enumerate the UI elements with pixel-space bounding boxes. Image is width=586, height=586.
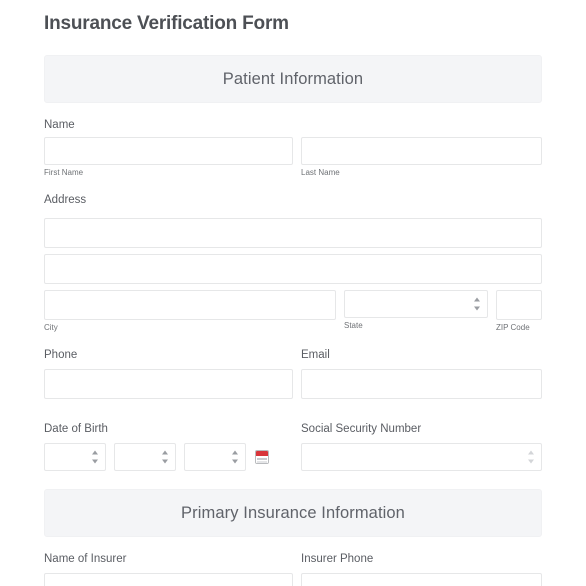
city-input[interactable] [44, 290, 336, 320]
insurer-phone-label: Insurer Phone [301, 553, 374, 565]
phone-input-wrap [44, 367, 293, 399]
dob-day-select[interactable] [114, 443, 176, 471]
zip-code-sublabel: ZIP Code [496, 323, 530, 332]
zip-code-input[interactable] [496, 290, 542, 320]
dob-year-select[interactable] [184, 443, 246, 471]
insurer-name-group: Name of Insurer [44, 551, 293, 586]
state-sublabel: State [344, 321, 363, 330]
social-security-number-label: Social Security Number [301, 423, 422, 435]
social-security-number-input[interactable] [301, 443, 542, 471]
insurer-name-input-wrap [44, 571, 293, 586]
date-of-birth-inputs [44, 441, 301, 471]
insurer-name-label: Name of Insurer [44, 553, 127, 565]
date-of-birth-group: Date of Birth [44, 421, 301, 471]
address-street1-row [44, 212, 542, 248]
chevron-up-down-icon [231, 450, 238, 464]
phone-group: Phone [44, 347, 293, 399]
name-inputs-row: First Name Last Name [44, 137, 542, 178]
insurer-phone-input[interactable] [301, 573, 542, 586]
last-name-group: Last Name [301, 137, 542, 178]
name-label: Name [44, 119, 75, 131]
insurer-phone-group: Insurer Phone [301, 551, 542, 586]
calendar-icon[interactable] [255, 450, 269, 464]
section-header-primary-insurance-information-label: Primary Insurance Information [181, 503, 405, 522]
page-title: Insurance Verification Form [44, 13, 289, 34]
address-city-state-zip-row: City State ZIP Code [44, 284, 542, 333]
insurance-verification-form-page: Insurance Verification Form Patient Info… [0, 0, 586, 586]
email-input[interactable] [301, 369, 542, 399]
insurer-phone-input-wrap [301, 571, 542, 586]
dob-ssn-row: Date of Birth Social Security Number [44, 399, 542, 471]
insurer-row: Name of Insurer Insurer Phone [44, 537, 542, 586]
chevron-up-down-icon [91, 450, 98, 464]
email-group: Email [301, 347, 542, 399]
chevron-up-down-icon [161, 450, 168, 464]
chevron-up-down-icon [473, 297, 480, 311]
state-group: State [344, 290, 488, 333]
social-security-number-input-wrap [301, 441, 542, 471]
date-of-birth-label: Date of Birth [44, 423, 108, 435]
first-name-input[interactable] [44, 137, 293, 165]
city-group: City [44, 290, 336, 333]
last-name-input[interactable] [301, 137, 542, 165]
phone-label: Phone [44, 349, 78, 361]
first-name-group: First Name [44, 137, 293, 178]
last-name-sublabel: Last Name [301, 168, 340, 177]
form-container: Insurance Verification Form Patient Info… [0, 0, 586, 586]
field-address: Address City State ZIP Code [44, 178, 542, 333]
dob-month-select[interactable] [44, 443, 106, 471]
section-header-patient-information-label: Patient Information [222, 69, 364, 88]
email-input-wrap [301, 367, 542, 399]
address-street1-input[interactable] [44, 218, 542, 248]
state-select[interactable] [344, 290, 488, 318]
first-name-sublabel: First Name [44, 168, 84, 177]
chevron-up-down-icon [527, 450, 534, 464]
insurer-name-input[interactable] [44, 573, 293, 586]
phone-email-row: Phone Email [44, 333, 542, 399]
address-street2-input[interactable] [44, 254, 542, 284]
zip-group: ZIP Code [496, 290, 542, 333]
email-label: Email [301, 349, 330, 361]
phone-input[interactable] [44, 369, 293, 399]
section-header-primary-insurance-information: Primary Insurance Information [44, 489, 542, 537]
address-street2-row [44, 248, 542, 284]
city-sublabel: City [44, 323, 58, 332]
address-label: Address [44, 194, 87, 206]
social-security-number-group: Social Security Number [301, 421, 542, 471]
section-header-patient-information: Patient Information [44, 55, 542, 103]
field-name: Name First Name Last Name [44, 103, 542, 178]
